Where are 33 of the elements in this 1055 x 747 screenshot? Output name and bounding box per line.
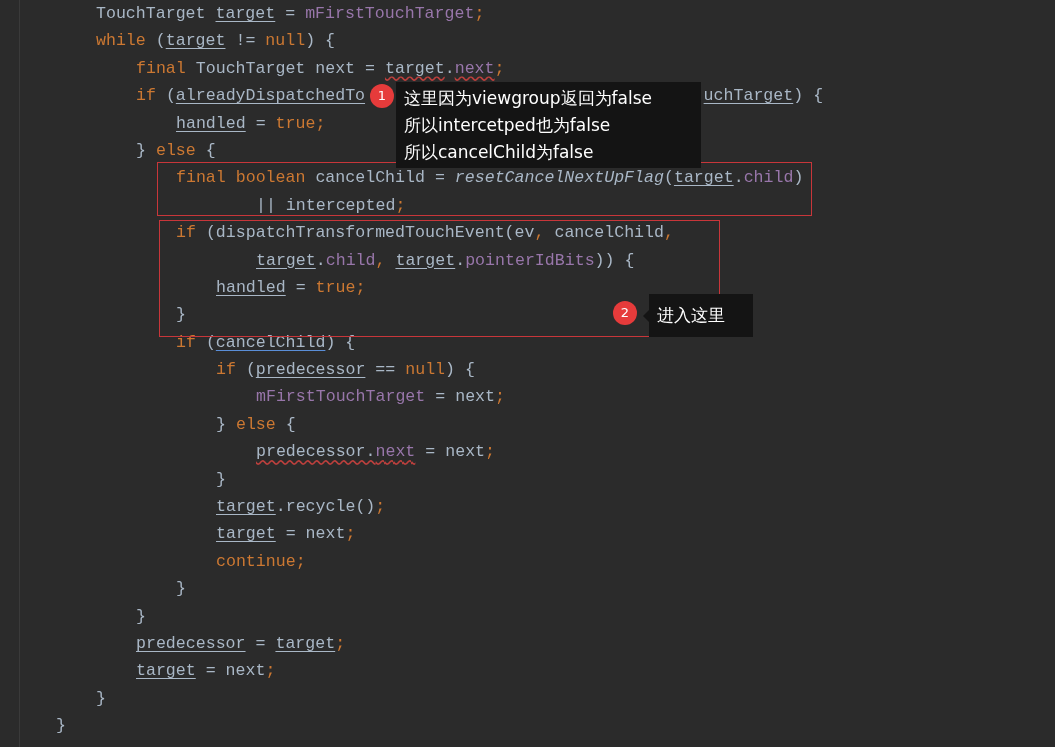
code-line: final TouchTarget next = target.next; bbox=[136, 57, 505, 80]
code-line: handled = true; bbox=[216, 276, 366, 299]
code-line: predecessor.next = next; bbox=[256, 441, 496, 464]
number-badge: 2 bbox=[613, 301, 637, 325]
code-line: } bbox=[136, 605, 146, 628]
code-line: mFirstTouchTarget = next; bbox=[256, 386, 505, 409]
code-line: } bbox=[216, 468, 226, 491]
code-line: TouchTarget target = mFirstTouchTarget; bbox=[96, 3, 485, 25]
code-line: target.child, target.pointerIdBits)) { bbox=[256, 249, 635, 272]
code-line: target.recycle(); bbox=[216, 496, 386, 519]
code-line: } else { bbox=[136, 139, 216, 162]
code-line: handled = true; bbox=[176, 112, 326, 135]
code-line: } bbox=[96, 687, 106, 710]
code-line: predecessor = target; bbox=[136, 633, 346, 655]
code-line: if (predecessor == null) { bbox=[216, 359, 475, 382]
callout-line: 进入这里 bbox=[657, 304, 726, 327]
callout-line: 这里因为viewgroup返回为false bbox=[404, 86, 653, 110]
code-line: target = next; bbox=[136, 660, 276, 683]
code-line: } bbox=[176, 304, 186, 327]
callout-line: 所以intercetped也为false bbox=[404, 113, 612, 137]
code-line: final boolean cancelChild = resetCancelNextUpFlag(target.child) bbox=[176, 167, 804, 190]
code-line: if (alreadyDispatchedTo bbox=[136, 85, 366, 108]
code-line: } bbox=[56, 715, 66, 738]
number-badge: 1 bbox=[370, 84, 394, 108]
code-line: continue; bbox=[216, 550, 306, 573]
code-line: uchTarget) { bbox=[703, 85, 824, 108]
callout-line: 所以cancelChild为false bbox=[404, 140, 595, 164]
code-line: while (target != null) { bbox=[96, 30, 336, 53]
code-line: target = next; bbox=[216, 523, 356, 546]
code-line: if (dispatchTransformedTouchEvent(ev, cancelChild, bbox=[176, 222, 674, 245]
code-line: } bbox=[176, 578, 186, 601]
code-line: || intercepted; bbox=[256, 194, 406, 217]
code-line: } else { bbox=[216, 413, 296, 436]
